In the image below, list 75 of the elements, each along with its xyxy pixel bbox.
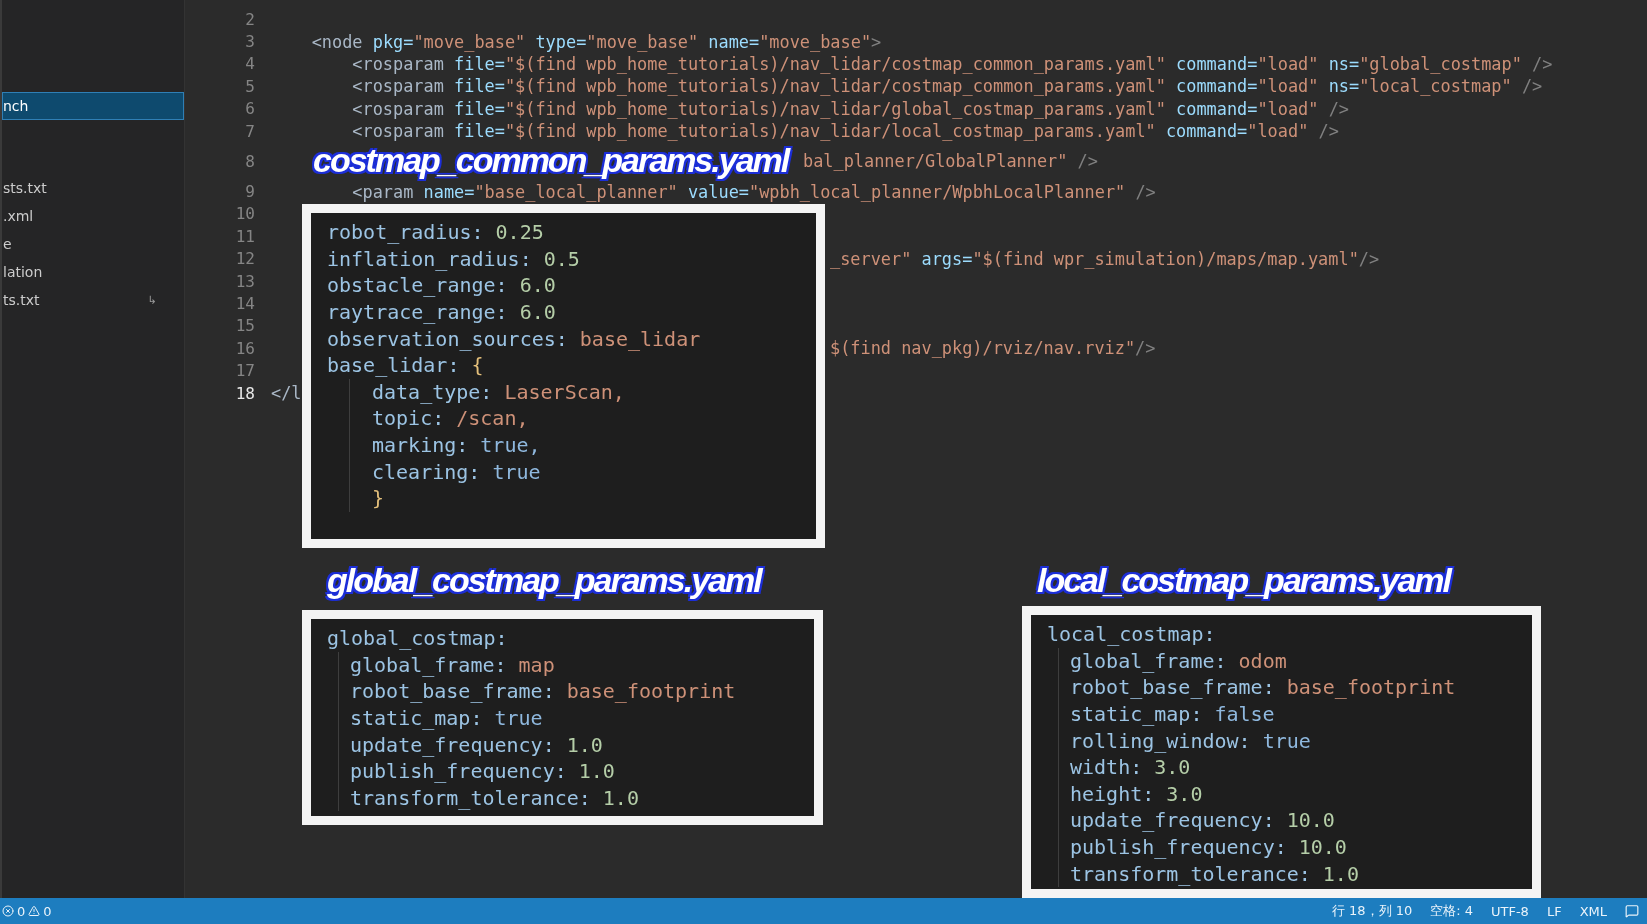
file-item[interactable]: e: [2, 230, 184, 258]
panel-title: local_costmap_params.yaml: [1036, 563, 1453, 601]
code-line: local_costmap:: [1047, 621, 1217, 648]
status-item[interactable]: UTF-8: [1491, 903, 1529, 919]
file-item[interactable]: sts.txt: [2, 174, 184, 202]
line-number: 11: [234, 226, 256, 246]
code-line: robot_radius: 0.25: [327, 219, 545, 246]
code-line: height: 3.0: [1070, 780, 1204, 808]
code-line: global_costmap:: [327, 625, 509, 652]
line-number: 12: [234, 249, 256, 269]
line-number: 18: [234, 383, 256, 403]
code-line: data_type: LaserScan,: [372, 378, 626, 406]
code-line: <node pkg="move_base" type="move_base" name="move_base">: [310, 31, 882, 52]
status-item[interactable]: 行 18，列 10: [1331, 902, 1413, 920]
line-number: 10: [234, 204, 256, 224]
code-line: robot_base_frame: base_footprint: [1070, 674, 1457, 701]
line-number: 13: [234, 271, 256, 291]
line-number: 4: [244, 54, 256, 74]
code-line: rolling_window: true: [1070, 727, 1312, 754]
line-number: 5: [244, 76, 256, 96]
code-line: $(find nav_pkg)/rviz/nav.rviz"/>: [830, 338, 1156, 359]
code-line: raytrace_range: 6.0: [327, 299, 557, 326]
panel-title: costmap_common_params.yaml: [312, 143, 791, 181]
line-number: 2: [244, 9, 256, 29]
code-line: clearing: true: [372, 458, 542, 485]
error-count[interactable]: 0: [17, 903, 26, 919]
line-number: 9: [244, 182, 256, 202]
code-line: static_map: true: [350, 705, 544, 732]
code-line: observation_sources: base_lidar: [327, 325, 702, 352]
code-line: update_frequency: 1.0: [350, 731, 604, 758]
code-line: robot_base_frame: base_footprint: [350, 678, 737, 705]
code-line: bal_planner/GlobalPlanner" />: [803, 151, 1098, 172]
code-line: publish_frequency: 1.0: [350, 758, 616, 785]
code-line: global_frame: odom: [1070, 647, 1288, 675]
code-line: marking: true,: [372, 432, 542, 459]
file-item[interactable]: nch: [2, 92, 184, 120]
code-line: inflation_radius: 0.5: [327, 245, 581, 273]
code-line: obstacle_range: 6.0: [327, 272, 557, 299]
code-line: <rosparam file="$(find wpb_home_tutorials)/nav_lidar/local_costmap_params.yaml" command="load" />: [351, 121, 1339, 142]
arrow-symbol: ↳: [147, 293, 157, 307]
line-number: 17: [234, 361, 256, 381]
code-line: transform_tolerance: 1.0: [350, 784, 640, 812]
line-number: 6: [244, 99, 256, 119]
line-number: 7: [244, 121, 256, 141]
code-line: }: [372, 485, 386, 512]
panel-title: global_costmap_params.yaml: [326, 563, 763, 601]
code-line: <param name="base_local_planner" value="wpbh_local_planner/WpbhLocalPlanner" />: [351, 181, 1156, 202]
code-line: <rosparam file="$(find wpb_home_tutorials)/nav_lidar/costmap_common_params.yaml" command="load" ns="local_costmap" />: [351, 76, 1543, 97]
line-number: 3: [244, 32, 256, 52]
error-icon: [2, 905, 14, 917]
code-line: <rosparam file="$(find wpb_home_tutorials)/nav_lidar/costmap_common_params.yaml" command="load" ns="global_costmap" />: [351, 53, 1553, 74]
code-line: topic: /scan,: [372, 405, 530, 432]
code-line: static_map: false: [1070, 701, 1276, 728]
status-item[interactable]: LF: [1546, 903, 1562, 919]
feedback-icon[interactable]: [1625, 904, 1639, 918]
line-number: 14: [234, 294, 256, 313]
code-line: base_lidar: {: [327, 352, 485, 379]
code-line: transform_tolerance: 1.0: [1070, 860, 1360, 887]
code-line: _server" args="$(find wpr_simulation)/maps/map.yaml"/>: [830, 248, 1380, 269]
code-line: width: 3.0: [1070, 754, 1192, 781]
status-item[interactable]: 空格: 4: [1430, 902, 1473, 920]
file-item[interactable]: ts.txt ↳: [2, 286, 184, 314]
line-number: 16: [234, 338, 256, 358]
code-line: </l: [271, 383, 302, 404]
file-item[interactable]: .xml: [2, 202, 184, 230]
warning-count[interactable]: 0: [43, 903, 52, 919]
code-line: update_frequency: 10.0: [1070, 807, 1336, 834]
status-item[interactable]: XML: [1579, 903, 1607, 919]
code-line: global_frame: map: [350, 651, 556, 679]
line-number: 8: [244, 151, 256, 171]
code-line: <rosparam file="$(find wpb_home_tutorials)/nav_lidar/global_costmap_params.yaml" command="load" />: [351, 98, 1349, 119]
warning-icon: [28, 905, 41, 917]
code-line: publish_frequency: 10.0: [1070, 834, 1348, 861]
line-number: 15: [234, 316, 256, 336]
file-item[interactable]: lation: [2, 258, 184, 286]
